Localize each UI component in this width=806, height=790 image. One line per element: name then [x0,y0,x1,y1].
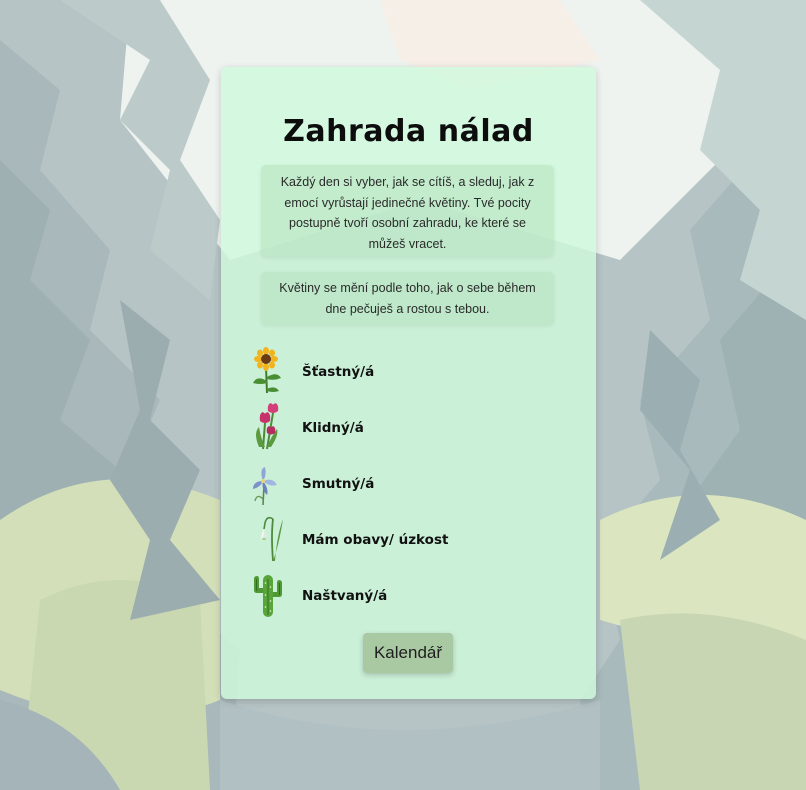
mood-label-happy: Šťastný/á [302,364,375,380]
mood-label-sad: Smutný/á [302,476,375,492]
sunflower-icon [253,347,281,394]
mood-label-anxious: Mám obavy/ úzkost [302,532,449,548]
cactus-icon [254,575,282,617]
mood-item-happy[interactable]: Šťastný/á [249,347,549,403]
change-info-box: Květiny se mění podle toho, jak o sebe b… [261,272,554,325]
mood-item-sad[interactable]: Smutný/á [249,459,549,515]
page-title: Zahrada nálad [283,114,534,149]
mood-label-calm: Klidný/á [302,420,364,436]
mood-item-calm[interactable]: Klidný/á [249,403,549,459]
iris-icon [253,467,277,506]
snowdrop-icon [261,516,283,562]
mood-garden-card: Zahrada nálad Každý den si vyber, jak se… [221,67,596,699]
calendar-button[interactable]: Kalendář [363,633,453,673]
mood-label-angry: Naštvaný/á [302,588,388,604]
mood-list: Šťastný/á Klidný/á Smutný/á Mám obavy/ ú… [249,347,549,627]
intro-info-box: Každý den si vyber, jak se cítíš, a sled… [261,165,554,257]
mood-item-angry[interactable]: Naštvaný/á [249,571,549,627]
mood-item-anxious[interactable]: Mám obavy/ úzkost [249,515,549,571]
tulip-icon [256,403,279,450]
